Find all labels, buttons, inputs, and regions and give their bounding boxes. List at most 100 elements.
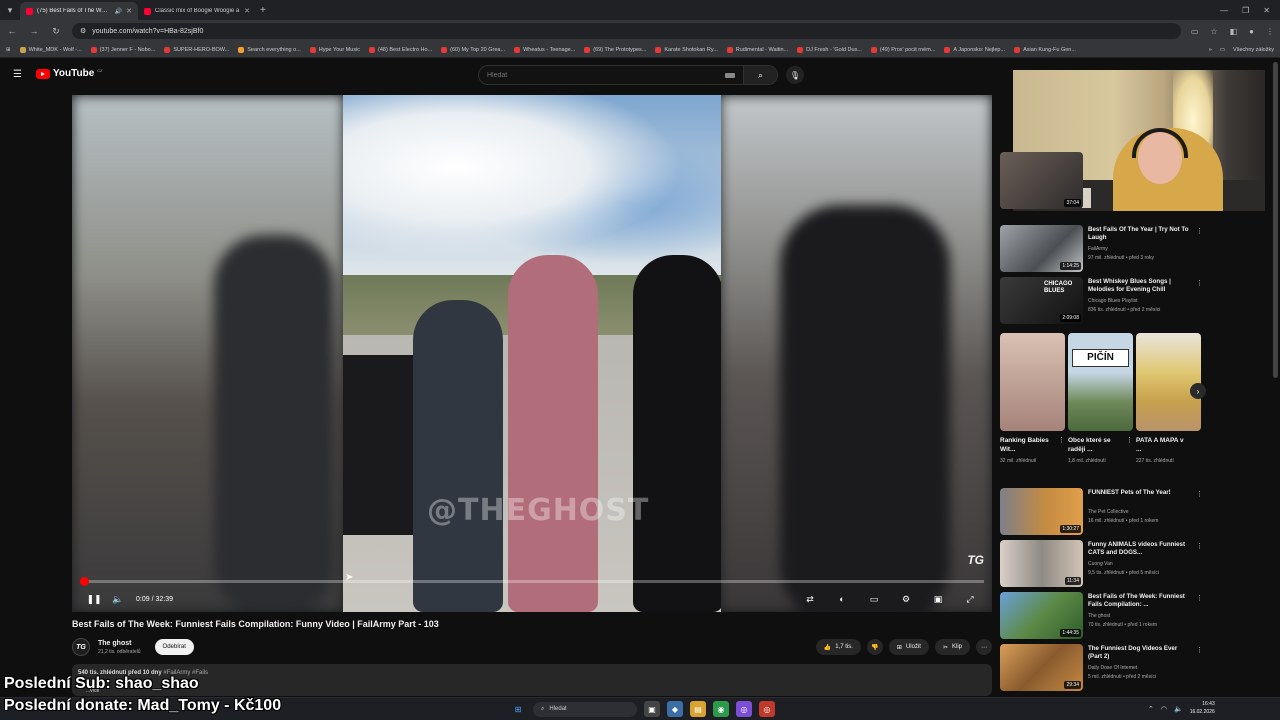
- recommended-video[interactable]: 1:14:25 Best Fails Of The Year | Try Not…: [1000, 225, 1205, 273]
- profile-icon[interactable]: ●: [1249, 27, 1254, 36]
- short-item[interactable]: PIČÍN Obce které se raději ... 1,8 mil. …: [1068, 333, 1133, 465]
- browser-tab[interactable]: Classic mix of Boogie Woogie a ✕: [138, 2, 256, 20]
- progress-scrubber[interactable]: [80, 577, 89, 586]
- settings-gear-icon[interactable]: ⚙: [894, 594, 918, 605]
- bookmark-item[interactable]: Search everything o...: [238, 46, 301, 53]
- channel-name[interactable]: The ghost: [98, 640, 141, 647]
- dislike-button[interactable]: 👎: [866, 639, 883, 655]
- bookmark-item[interactable]: Wheatus - Teenage...: [514, 46, 575, 53]
- video-thumbnail[interactable]: 29:34: [1000, 644, 1083, 691]
- new-tab-icon[interactable]: +: [260, 5, 266, 16]
- bookmark-item[interactable]: (60) My Top 20 Grea...: [441, 46, 505, 53]
- video-thumbnail[interactable]: 11:34: [1000, 540, 1083, 587]
- recommended-video[interactable]: CHICAGO BLUES 2:09:08 Best Whiskey Blues…: [1000, 277, 1205, 325]
- chevron-right-icon[interactable]: ›: [1190, 383, 1206, 399]
- recommended-video[interactable]: 29:34 The Funniest Dog Videos Ever (Part…: [1000, 644, 1205, 692]
- tab-close-icon[interactable]: ✕: [244, 7, 250, 15]
- bookmark-item[interactable]: White_MDK - Wolf -...: [19, 46, 82, 53]
- tab-search-icon[interactable]: ▾: [0, 0, 20, 20]
- more-vertical-icon[interactable]: ⋮: [1196, 279, 1203, 287]
- app-icon[interactable]: ◎: [759, 701, 775, 717]
- page-scrollbar[interactable]: [1273, 62, 1278, 378]
- cast-icon[interactable]: ▭: [1191, 27, 1199, 36]
- file-explorer-icon[interactable]: ▤: [690, 701, 706, 717]
- fullscreen-icon[interactable]: ⤢: [958, 594, 982, 605]
- speaker-icon[interactable]: 🔈: [1174, 705, 1183, 713]
- description-box[interactable]: 540 tis. zhlédnutí před 10 dny #FailArmy…: [72, 664, 992, 696]
- recommended-video-partial[interactable]: 37:04: [1000, 152, 1205, 209]
- video-channel[interactable]: FailArmy: [1088, 246, 1192, 252]
- short-item[interactable]: Ranking Babies Wit... 32 mil. zhlédnutí …: [1000, 333, 1065, 465]
- back-icon[interactable]: ←: [6, 26, 18, 36]
- search-button[interactable]: ⌕: [743, 66, 777, 84]
- short-title[interactable]: Obce které se raději ...: [1068, 436, 1120, 456]
- bookmark-star-icon[interactable]: ☆: [1210, 27, 1217, 36]
- extensions-icon[interactable]: ◧: [1230, 27, 1238, 36]
- bookmark-item[interactable]: A Japonsko: Nejlep...: [944, 46, 1005, 53]
- volume-icon[interactable]: 🔈: [106, 594, 130, 605]
- video-thumbnail[interactable]: 1:30:27: [1000, 488, 1083, 535]
- app-icon[interactable]: ◎: [736, 701, 752, 717]
- autoplay-icon[interactable]: ⇄: [798, 594, 822, 605]
- more-vertical-icon[interactable]: ⋮: [1196, 542, 1203, 550]
- chrome-icon[interactable]: ◉: [713, 701, 729, 717]
- bookmark-item[interactable]: (69) The Prototypes...: [584, 46, 646, 53]
- site-info-icon[interactable]: ⚙: [80, 27, 86, 35]
- video-title[interactable]: Funny ANIMALS videos Funniest CATS and D…: [1088, 541, 1192, 558]
- short-item[interactable]: PATA A MAPA v ... 227 tis. zhlédnutí: [1136, 333, 1201, 465]
- bookmark-item[interactable]: (49) Prox' pocit rném...: [870, 46, 935, 53]
- video-title[interactable]: Best Fails Of The Year | Try Not To Laug…: [1088, 226, 1192, 243]
- video-title[interactable]: FUNNIEST Pets of The Year!: [1088, 489, 1192, 497]
- windows-start-icon[interactable]: ⊞: [510, 701, 526, 717]
- like-button[interactable]: 👍 1,7 tis.: [815, 639, 861, 655]
- keyboard-icon[interactable]: [725, 72, 735, 78]
- miniplayer-icon[interactable]: ▣: [926, 594, 950, 605]
- video-thumbnail[interactable]: 37:04: [1000, 152, 1083, 209]
- video-thumbnail[interactable]: 1:44:35: [1000, 592, 1083, 639]
- copilot-icon[interactable]: ◆: [667, 701, 683, 717]
- menu-kebab-icon[interactable]: ⋮: [1266, 27, 1274, 36]
- short-title[interactable]: Ranking Babies Wit...: [1000, 436, 1052, 456]
- video-player[interactable]: @THEGHOST TG ➤ ❚❚ 🔈 0:09 / 32:39 ⇄ ◐ ▭ ⚙…: [72, 95, 992, 612]
- bookmark-item[interactable]: (37) Jenner F - Nobo...: [90, 46, 155, 53]
- wifi-icon[interactable]: ◠: [1161, 705, 1167, 713]
- video-channel[interactable]: The ghost: [1088, 613, 1192, 619]
- short-thumbnail[interactable]: [1136, 333, 1201, 431]
- subscribe-button[interactable]: Odebírat: [154, 639, 194, 655]
- video-title[interactable]: The Funniest Dog Videos Ever (Part 2): [1088, 645, 1192, 662]
- clip-button[interactable]: ✂ Klip: [934, 639, 970, 655]
- maximize-icon[interactable]: ❐: [1242, 6, 1249, 15]
- more-vertical-icon[interactable]: ⋮: [1126, 436, 1133, 444]
- minimize-icon[interactable]: —: [1220, 6, 1228, 15]
- taskbar-search[interactable]: ⌕ Hledat: [533, 701, 637, 717]
- close-window-icon[interactable]: ✕: [1263, 6, 1270, 15]
- more-vertical-icon[interactable]: ⋮: [1196, 646, 1203, 654]
- bookmark-item[interactable]: DJ Fresh - 'Gold Dus...: [797, 46, 862, 53]
- forward-icon[interactable]: →: [28, 26, 40, 36]
- more-vertical-icon[interactable]: ⋮: [1196, 490, 1203, 498]
- bookmark-item[interactable]: (48) Best Electro Ho...: [369, 46, 432, 53]
- url-field[interactable]: ⚙ youtube.com/watch?v=HBa-82sjBf0: [72, 23, 1181, 39]
- progress-bar[interactable]: [80, 577, 984, 586]
- more-vertical-icon[interactable]: ⋮: [1196, 594, 1203, 602]
- video-thumbnail[interactable]: 1:14:25: [1000, 225, 1083, 272]
- pause-icon[interactable]: ❚❚: [82, 594, 106, 605]
- task-view-icon[interactable]: ▣: [644, 701, 660, 717]
- recommended-video[interactable]: 1:30:27 FUNNIEST Pets of The Year! The P…: [1000, 488, 1205, 536]
- more-actions-button[interactable]: ⋯: [976, 639, 992, 655]
- short-thumbnail[interactable]: [1000, 333, 1065, 431]
- tab-close-icon[interactable]: ✕: [126, 7, 132, 15]
- more-vertical-icon[interactable]: ⋮: [1196, 227, 1203, 235]
- apps-grid-icon[interactable]: ⊞: [6, 47, 11, 53]
- browser-tab-active[interactable]: (75) Best Fails of The Week: 🔊 ✕: [20, 2, 138, 20]
- hamburger-menu-icon[interactable]: ☰: [13, 69, 22, 80]
- bookmark-item[interactable]: Karate Shotokan Ry...: [655, 46, 718, 53]
- video-title[interactable]: Best Fails of The Week: Funniest Fails C…: [1088, 593, 1192, 610]
- clock[interactable]: 16:43 16.02.2026: [1190, 701, 1215, 716]
- all-bookmarks[interactable]: » ▭ Všechny záložky: [1209, 47, 1274, 53]
- save-button[interactable]: ⊞ Uložit: [888, 639, 929, 655]
- bookmark-item[interactable]: Asian Kung-Fu Gen...: [1014, 46, 1076, 53]
- video-channel[interactable]: Cuong Van: [1088, 561, 1192, 567]
- subtitles-icon[interactable]: ▭: [862, 594, 886, 605]
- more-vertical-icon[interactable]: ⋮: [1058, 436, 1065, 444]
